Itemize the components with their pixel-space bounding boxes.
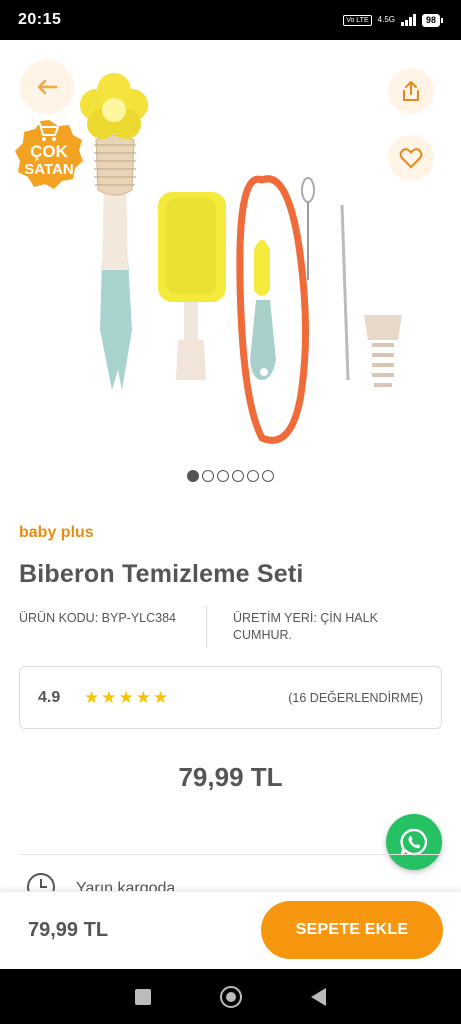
section-divider: [19, 854, 442, 855]
bottom-price: 79,99 TL: [28, 919, 109, 941]
favorite-button[interactable]: [388, 135, 434, 181]
pagination-dot[interactable]: [202, 470, 214, 482]
pagination-dot[interactable]: [217, 470, 229, 482]
product-code: ÜRÜN KODU: BYP-YLC384: [19, 611, 176, 625]
star-icon: ★: [118, 687, 134, 707]
star-icon: ★: [84, 687, 100, 707]
badge-line1: ÇOK: [30, 142, 68, 161]
bottom-action-bar: 79,99 TL SEPETE EKLE: [0, 891, 461, 969]
bottle-brush-image: [80, 73, 148, 390]
pagination-dot[interactable]: [247, 470, 259, 482]
status-time: 20:15: [18, 11, 62, 28]
star-icon: ★: [135, 687, 151, 707]
system-nav-bar: [0, 969, 461, 1024]
pagination-dot[interactable]: [262, 470, 274, 482]
volte-icon: Vo LTE: [343, 14, 372, 26]
product-gallery[interactable]: ÇOK SATAN: [0, 40, 461, 460]
whatsapp-button[interactable]: [386, 814, 442, 870]
product-price: 79,99 TL: [178, 762, 283, 792]
back-triangle-icon[interactable]: [311, 987, 327, 1006]
spiral-brush-image: [364, 315, 402, 387]
rating-stars: ★ ★ ★ ★ ★: [84, 688, 168, 708]
gallery-pagination[interactable]: [0, 470, 461, 482]
battery-icon: 98: [421, 13, 443, 27]
pagination-dot[interactable]: [187, 470, 199, 482]
battery-level: 98: [421, 13, 440, 27]
nipple-brush-image: [236, 175, 310, 444]
product-meta: ÜRÜN KODU: BYP-YLC384 ÜRETİM YERİ: ÇİN H…: [19, 606, 441, 648]
product-title: Biberon Temizleme Seti: [19, 560, 304, 588]
share-icon: [403, 81, 419, 101]
status-bar: 20:15 Vo LTE 4.5G 98: [0, 0, 461, 40]
badge-line2: SATAN: [24, 161, 74, 178]
cart-icon: [36, 123, 59, 141]
star-icon: ★: [153, 687, 169, 707]
bestseller-badge: ÇOK SATAN: [14, 118, 84, 192]
signal-icon: [400, 14, 416, 26]
heart-icon: [399, 148, 423, 168]
rating-summary[interactable]: 4.9 ★ ★ ★ ★ ★ (16 DEĞERLENDİRME): [19, 666, 442, 729]
back-button[interactable]: [20, 60, 74, 114]
share-button[interactable]: [388, 68, 434, 114]
brand-name[interactable]: baby plus: [19, 524, 94, 542]
home-icon[interactable]: [219, 985, 242, 1008]
star-icon: ★: [101, 687, 117, 707]
straw-brush-image: [301, 177, 350, 381]
rating-score: 4.9: [38, 688, 61, 706]
add-to-cart-button[interactable]: SEPETE EKLE: [261, 901, 443, 959]
review-count: (16 DEĞERLENDİRME): [288, 690, 423, 705]
sponge-brush-image: [158, 192, 226, 380]
network-type: 4.5G: [377, 15, 395, 24]
status-icons: Vo LTE 4.5G 98: [343, 13, 443, 27]
product-origin: ÜRETİM YERİ: ÇİN HALK CUMHUR.: [233, 611, 378, 642]
pagination-dot[interactable]: [232, 470, 244, 482]
arrow-left-icon: [37, 79, 58, 95]
recents-icon[interactable]: [134, 988, 151, 1005]
